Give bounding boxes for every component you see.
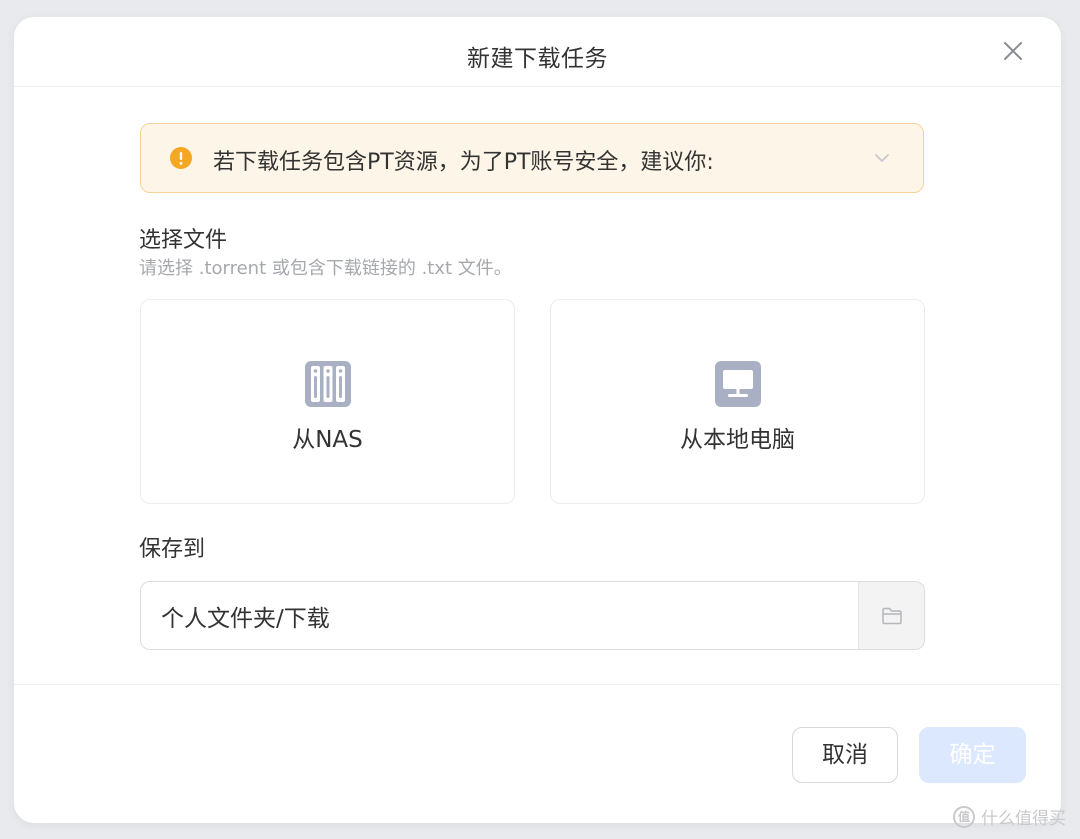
save-path-field [140, 581, 925, 650]
dialog-title: 新建下载任务 [467, 46, 608, 72]
footer-divider [14, 684, 1061, 685]
save-to-label: 保存到 [139, 537, 206, 562]
watermark-badge: 值 [953, 805, 975, 828]
close-button[interactable] [1001, 39, 1025, 63]
from-local-computer-card[interactable]: 从本地电脑 [550, 299, 925, 504]
alert-text: 若下载任务包含PT资源，为了PT账号安全，建议你: [213, 150, 714, 175]
select-file-hint: 请选择 .torrent 或包含下载链接的 .txt 文件。 [139, 258, 512, 279]
save-path-input[interactable] [141, 582, 859, 649]
from-nas-card[interactable]: 从NAS [140, 299, 515, 504]
computer-icon [715, 361, 761, 407]
from-nas-label: 从NAS [292, 427, 363, 453]
confirm-button[interactable]: 确定 [919, 727, 1026, 783]
folder-icon [882, 607, 902, 625]
nas-icon [305, 361, 351, 407]
close-icon [1004, 42, 1022, 60]
browse-folder-button[interactable] [858, 582, 924, 649]
new-download-task-dialog: 新建下载任务 若下载任务包含PT资源，为了PT账号安全，建议你: 选择文件 请选… [14, 17, 1061, 823]
watermark: 值 什么值得买 [953, 804, 1066, 829]
watermark-text: 什么值得买 [981, 809, 1066, 829]
pt-security-alert[interactable]: 若下载任务包含PT资源，为了PT账号安全，建议你: [140, 123, 924, 193]
cancel-button[interactable]: 取消 [792, 727, 898, 783]
warning-icon [170, 147, 192, 169]
chevron-down-icon[interactable] [873, 149, 891, 167]
select-file-label: 选择文件 [139, 228, 228, 253]
dialog-header: 新建下载任务 [14, 17, 1061, 87]
from-local-computer-label: 从本地电脑 [680, 427, 795, 453]
